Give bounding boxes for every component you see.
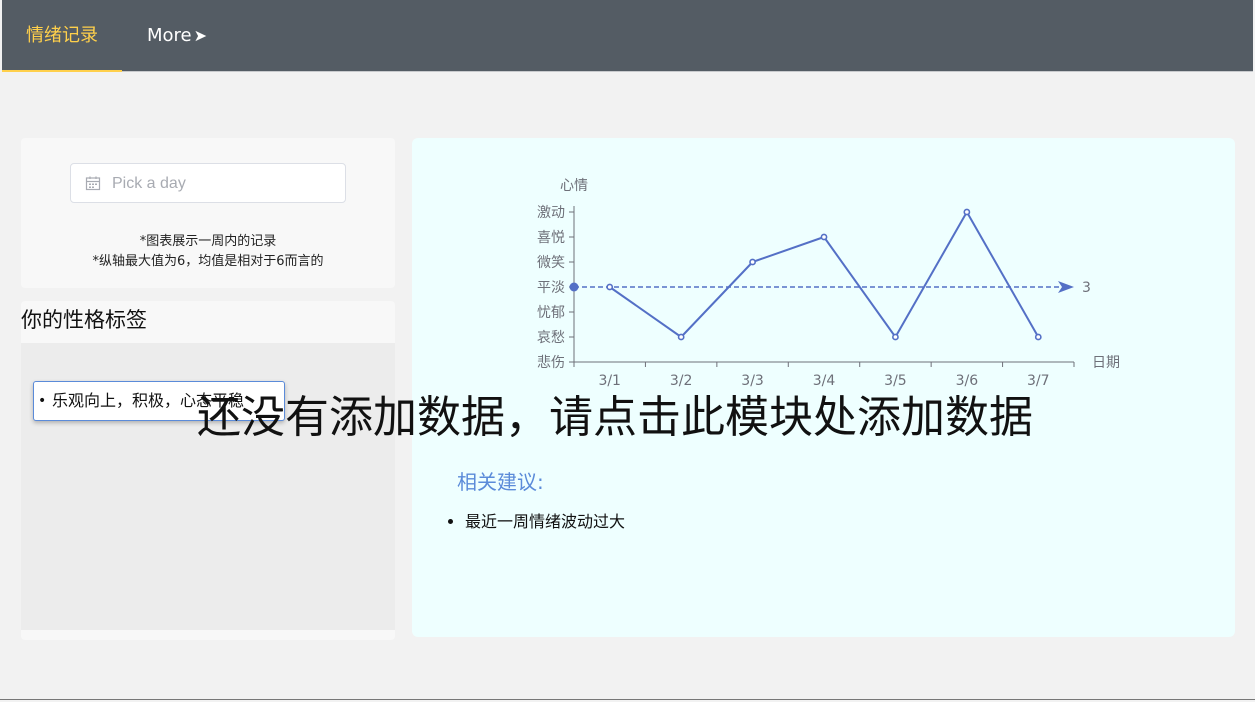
more-label: More xyxy=(147,25,192,46)
calendar-icon xyxy=(85,176,101,191)
add-data-prompt[interactable]: 还没有添加数据，请点击此模块处添加数据 xyxy=(197,388,1157,448)
mood-point xyxy=(963,208,971,216)
tab-more[interactable]: More ➤ xyxy=(147,0,207,72)
tags-area: 乐观向上，积极，心态平稳 xyxy=(21,343,395,630)
mark-line-label: 3 xyxy=(1082,280,1091,296)
y-tick-label: 悲伤 xyxy=(537,354,565,371)
x-tick-label: 3/7 xyxy=(1027,373,1050,389)
y-tick-label: 喜悦 xyxy=(537,230,565,246)
mood-point xyxy=(1034,333,1042,341)
mood-point xyxy=(892,333,899,341)
x-tick-label: 3/3 xyxy=(741,373,764,389)
advice-title: 相关建议: xyxy=(457,470,544,494)
mood-point xyxy=(749,258,756,266)
y-tick-label: 忧郁 xyxy=(537,305,565,321)
date-picker[interactable] xyxy=(70,163,346,203)
chart-note-scale: *纵轴最大值为6，均值是相对于6而言的 xyxy=(92,254,324,269)
advice-item: 最近一周情绪波动过大 xyxy=(465,508,625,532)
tags-title: 你的性格标签 xyxy=(21,308,147,332)
mood-point xyxy=(820,233,828,241)
personality-tags-card: 你的性格标签 乐观向上，积极，心态平稳 xyxy=(21,301,395,640)
y-tick-label: 哀愁 xyxy=(537,330,565,346)
mood-point xyxy=(677,333,685,341)
y-tick-label: 激动 xyxy=(537,204,565,221)
y-tick-label: 平淡 xyxy=(537,280,565,296)
mood-series-line xyxy=(609,211,1040,338)
advice-list: 最近一周情绪波动过大 xyxy=(447,508,625,532)
x-axis-name: 日期 xyxy=(1092,355,1120,371)
x-tick-label: 3/4 xyxy=(813,373,836,389)
x-tick-label: 3/1 xyxy=(598,373,621,389)
chart-note-week: *图表展示一周内的记录 xyxy=(139,234,277,249)
date-picker-card: *图表展示一周内的记录 *纵轴最大值为6，均值是相对于6而言的 xyxy=(21,138,395,288)
mark-line-arrow xyxy=(1058,281,1074,293)
bottom-divider xyxy=(0,699,1255,700)
x-tick-label: 3/5 xyxy=(884,373,907,389)
tab-mood-record[interactable]: 情绪记录 xyxy=(2,0,122,72)
x-tick-label: 3/6 xyxy=(956,373,979,389)
arrow-right-icon: ➤ xyxy=(193,26,208,45)
y-axis-name: 心情 xyxy=(560,178,588,194)
top-nav-bar: 情绪记录 More ➤ xyxy=(2,0,1253,72)
mark-line-start xyxy=(569,282,579,292)
y-tick-label: 微笑 xyxy=(537,255,565,271)
date-input[interactable] xyxy=(110,172,334,196)
mood-point xyxy=(606,283,614,291)
x-tick-label: 3/2 xyxy=(670,373,693,389)
